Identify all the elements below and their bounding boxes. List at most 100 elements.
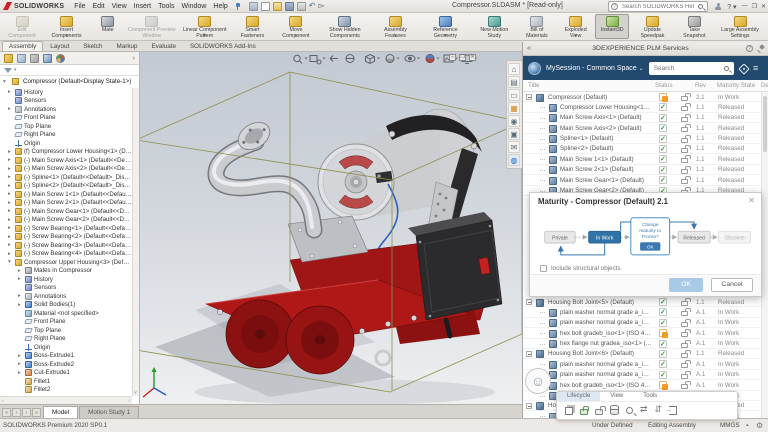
model-tab[interactable]: Motion Study 1 [79, 406, 139, 418]
3d-model-canvas[interactable] [140, 52, 522, 404]
lifecycle-toolbar-tab[interactable]: Tools [633, 392, 667, 401]
expand-arrow-icon[interactable] [18, 361, 25, 367]
column-status[interactable]: Status [655, 82, 673, 89]
feature-tree-item[interactable]: Origin [0, 343, 132, 352]
command-button[interactable]: Mate [91, 14, 125, 39]
tab-scroll-last-icon[interactable]: » [32, 408, 41, 417]
feature-tree-item[interactable]: Boss-Extrude1 [0, 352, 132, 361]
database-sync-icon[interactable] [610, 405, 619, 415]
plm-row[interactable]: Spline<2> (Default) 1.1 Released [523, 144, 762, 154]
feature-tree-item[interactable]: Fillet2 [0, 386, 132, 395]
feature-tree-item[interactable]: Sensors [0, 284, 132, 293]
intake-pipe-component[interactable] [214, 117, 314, 230]
settings-gear-icon[interactable]: ⚙ [756, 421, 763, 430]
view-palette-icon[interactable]: ▦ [508, 102, 520, 114]
column-title[interactable]: Title [528, 82, 539, 89]
state-released[interactable]: Released [678, 231, 710, 243]
command-button[interactable]: Edit Component [2, 14, 42, 39]
feature-tree-item[interactable]: (-) Main Screw 1<1> (Default<<Default>_D… [0, 190, 132, 199]
insert-column-icon[interactable]: ⇵ [655, 404, 663, 415]
expand-arrow-icon[interactable] [18, 293, 25, 299]
menu-item[interactable]: Window [181, 3, 206, 10]
menu-item[interactable]: Help [213, 3, 227, 10]
plm-row[interactable]: Main Screw 1<1> (Default) 1.1 Released [523, 154, 762, 164]
new-document-icon[interactable] [261, 2, 270, 11]
doc-close-button[interactable]: ✕ [469, 54, 476, 61]
expand-arrow-icon[interactable] [18, 276, 25, 282]
expand-arrow-icon[interactable] [8, 200, 15, 206]
state-obsolete[interactable]: Obsolete [719, 231, 751, 243]
help-search-box[interactable]: ? [608, 1, 708, 12]
feature-tree-item[interactable]: Right Plane [0, 335, 132, 344]
plm-row[interactable]: hex flange nut gradea_iso<1> (I... A.1 I… [523, 339, 762, 349]
feature-tree-item[interactable]: Fillet1 [0, 377, 132, 386]
menu-item[interactable]: Edit [93, 3, 105, 10]
feature-tree-item[interactable]: Annotations [0, 105, 132, 114]
plm-row[interactable]: Housing Bolt Joint<6> (Default) 1.1 Rele… [523, 349, 762, 359]
feature-tree-item[interactable]: (-) Main Screw Axis<1> (Default<<Default… [0, 156, 132, 165]
home-icon[interactable] [249, 2, 258, 11]
feature-tree-item[interactable]: (-) Screw Bearing<1> (Default<<Default>_… [0, 224, 132, 233]
ok-button[interactable]: OK [669, 278, 703, 292]
feature-tree-item[interactable]: Top Plane [0, 326, 132, 335]
expand-arrow-icon[interactable] [3, 79, 10, 85]
include-structural-checkbox[interactable] [540, 265, 547, 272]
command-manager-tab[interactable]: Evaluate [144, 41, 183, 51]
expand-arrow-icon[interactable] [8, 225, 15, 231]
search-icon[interactable] [698, 4, 703, 9]
feature-tree-item[interactable]: (-) Main Screw 2<1> (Default<<Default>_D… [0, 199, 132, 208]
lock-icon[interactable] [580, 409, 588, 415]
command-button[interactable]: Large Assembly Settings [714, 14, 766, 39]
plm-row[interactable]: Main Screw 2<1> (Default) 1.1 Released [523, 165, 762, 175]
cancel-button[interactable]: Cancel [711, 278, 753, 292]
plm-search-box[interactable] [649, 62, 734, 75]
row-expander-icon[interactable] [526, 94, 532, 100]
command-button[interactable]: Component Preview Window [126, 14, 178, 39]
units-dropdown-icon[interactable]: ▴ [746, 422, 749, 428]
expand-arrow-icon[interactable] [8, 174, 15, 180]
user-account-icon[interactable] [714, 3, 722, 11]
feature-tree-item[interactable]: (f) Compressor Lower Housing<1> (Default… [0, 148, 132, 157]
command-button[interactable]: Exploded View [557, 14, 594, 39]
tag-icon[interactable] [739, 64, 748, 73]
filter-dropdown-icon[interactable]: ▾ [14, 67, 17, 73]
column-rev[interactable]: Rev [695, 82, 706, 89]
command-button[interactable]: Reference Geometry [420, 14, 471, 39]
3dexperience-compass-icon[interactable] [528, 62, 541, 75]
feature-tree-item[interactable]: Sensors [0, 97, 132, 106]
plm-row[interactable]: plain washer normal grade a_iso... A.1 I… [523, 359, 762, 369]
panel-help-icon[interactable]: ? [746, 45, 753, 52]
explore-icon[interactable] [626, 407, 633, 414]
tab-scroll-first-icon[interactable]: « [2, 408, 11, 417]
expand-arrow-icon[interactable] [8, 242, 15, 248]
command-button[interactable]: New Motion Study [472, 14, 517, 39]
menu-item[interactable]: Insert [134, 3, 152, 10]
help-icon[interactable]: ? ▾ [727, 3, 736, 11]
plm-row[interactable]: Housing Bolt Joint<5> (Default) 1.1 Rele… [523, 297, 762, 307]
menu-item[interactable]: File [74, 3, 85, 10]
plm-row[interactable]: hex bolt gradeb_iso<1> (ISO 40... A.1 In… [523, 380, 762, 390]
command-manager-tab[interactable]: Markup [109, 41, 144, 51]
lifecycle-toolbar-tab[interactable]: View [600, 392, 633, 401]
undo-icon[interactable]: ↶ [309, 2, 316, 11]
row-expander-icon[interactable] [526, 403, 532, 409]
feature-tree-item[interactable]: Boss-Extrude2 [0, 360, 132, 369]
expand-arrow-icon[interactable] [8, 106, 15, 112]
save-icon[interactable] [285, 2, 294, 11]
plm-row[interactable]: Spline<1> (Default) 1.1 Released [523, 134, 762, 144]
feature-tree-item[interactable]: History [0, 275, 132, 284]
home-tab-icon[interactable]: ⌂ [508, 63, 520, 75]
feature-tree-item[interactable]: Mates in Compressor [0, 267, 132, 276]
filter-funnel-icon[interactable] [4, 68, 12, 73]
feature-tree-item[interactable]: Right Plane [0, 131, 132, 140]
row-expander-icon[interactable] [526, 299, 532, 305]
units-selector[interactable]: MMGS [720, 422, 740, 429]
collapse-panel-icon[interactable]: « [527, 45, 531, 52]
plm-row[interactable]: Main Screw Gear<1> (Default) 1.1 Release… [523, 175, 762, 185]
minimize-button[interactable]: — [742, 3, 748, 10]
select-arrow-icon[interactable]: ▻ [319, 2, 325, 11]
tooltip-ok-button[interactable]: OK [640, 242, 660, 250]
column-maturity-state[interactable]: Maturity State [717, 82, 755, 89]
feature-tree-item[interactable]: Solid Bodies(1) [0, 301, 132, 310]
session-selector[interactable]: MySession - Common Space⌄ [546, 65, 644, 72]
